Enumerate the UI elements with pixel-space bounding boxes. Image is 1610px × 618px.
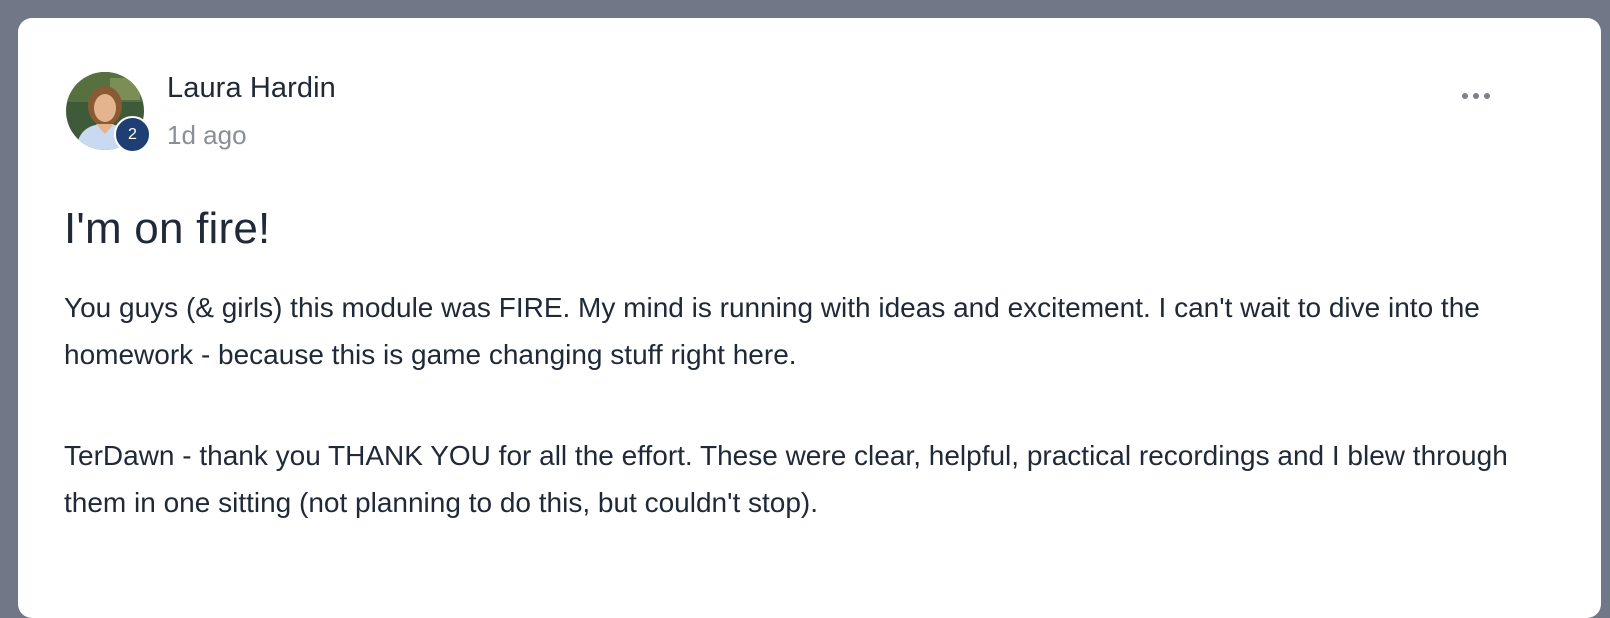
post-title: I'm on fire!	[64, 204, 271, 253]
post-paragraph: You guys (& girls) this module was FIRE.…	[64, 292, 1480, 370]
level-badge: 2	[114, 116, 151, 153]
author-name[interactable]: Laura Hardin	[167, 72, 336, 105]
ellipsis-dot	[1484, 93, 1490, 99]
author-avatar-group[interactable]: 2	[66, 72, 151, 153]
post-paragraph: TerDawn - thank you THANK YOU for all th…	[64, 440, 1508, 518]
ellipsis-dot	[1473, 93, 1479, 99]
post-body: You guys (& girls) this module was FIRE.…	[64, 284, 1534, 580]
ellipsis-horizontal-icon	[1462, 93, 1468, 99]
more-options-button[interactable]	[1454, 86, 1498, 106]
post-timestamp[interactable]: 1d ago	[167, 120, 247, 151]
post-card: 2 Laura Hardin 1d ago I'm on fire! You g…	[18, 18, 1601, 618]
